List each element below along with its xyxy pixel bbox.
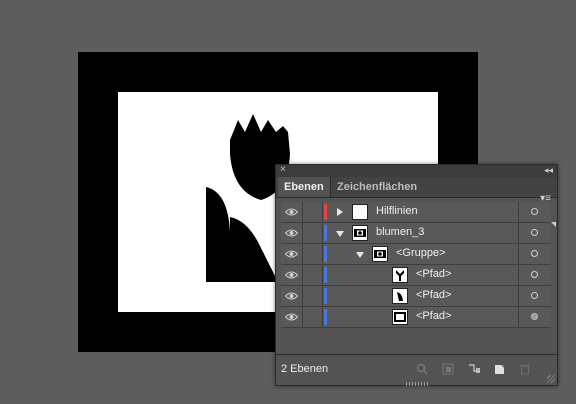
layer-name[interactable]: <Gruppe> (396, 247, 446, 259)
layer-row[interactable]: <Pfad> (281, 307, 551, 328)
layer-thumbnail (352, 225, 368, 241)
layer-name[interactable]: <Pfad> (416, 268, 451, 280)
lock-toggle[interactable] (303, 286, 323, 306)
close-icon[interactable]: × (280, 164, 286, 176)
layer-color-bar (324, 309, 327, 325)
layer-count: 2 Ebenen (281, 363, 329, 375)
visibility-eye-icon[interactable] (281, 244, 303, 264)
collapse-arrow-icon[interactable] (356, 252, 364, 258)
target-circle[interactable] (518, 265, 551, 285)
layer-thumbnail (392, 288, 408, 304)
target-circle[interactable] (518, 244, 551, 264)
panel-footer: 2 Ebenen (276, 354, 557, 386)
new-sublayer-icon[interactable] (468, 363, 480, 375)
collapse-icon[interactable]: ◂◂ (544, 164, 553, 176)
target-circle[interactable] (518, 222, 556, 243)
panel-tabs: Ebenen Zeichenflächen ▾≡ (276, 177, 557, 204)
target-circle[interactable] (518, 286, 551, 306)
layer-color-bar (324, 246, 327, 262)
tab-zeichenflaechen[interactable]: Zeichenflächen (331, 177, 423, 197)
panel-titlebar[interactable]: × ◂◂ (276, 164, 557, 177)
selection-indicator (551, 222, 556, 227)
lock-toggle[interactable] (303, 202, 323, 222)
visibility-eye-icon[interactable] (281, 286, 303, 306)
layers-panel[interactable]: × ◂◂ Ebenen Zeichenflächen ▾≡ Hilflinien… (275, 164, 558, 386)
layer-thumbnail (392, 267, 408, 283)
lock-toggle[interactable] (303, 265, 323, 285)
layer-thumbnail (392, 309, 408, 325)
collapse-arrow-icon[interactable] (336, 231, 344, 237)
lock-toggle[interactable] (303, 307, 323, 327)
target-circle-icon[interactable] (531, 292, 538, 299)
layer-color-bar (324, 288, 327, 304)
layer-color-bar (324, 267, 327, 283)
layer-color-bar (324, 225, 327, 241)
layer-row[interactable]: Hilflinien (281, 202, 551, 223)
target-circle-icon[interactable] (531, 229, 538, 236)
layer-name[interactable]: <Pfad> (416, 310, 451, 322)
target-circle-icon[interactable] (531, 250, 538, 257)
layer-thumbnail (372, 246, 388, 262)
lock-toggle[interactable] (303, 244, 323, 264)
delete-layer-icon[interactable] (519, 363, 531, 375)
panel-resize-corner[interactable] (547, 375, 555, 383)
layer-thumbnail (352, 204, 368, 220)
visibility-eye-icon[interactable] (281, 223, 303, 243)
locate-object-icon[interactable] (416, 363, 428, 375)
layer-row[interactable]: <Pfad> (281, 286, 551, 307)
visibility-eye-icon[interactable] (281, 307, 303, 327)
layer-color-bar (324, 204, 327, 220)
target-circle-icon[interactable] (531, 271, 538, 278)
layer-row[interactable]: <Gruppe> (281, 244, 551, 265)
make-clipping-mask-icon[interactable] (442, 363, 454, 375)
layers-list: Hilflinien blumen_3 <Gruppe> <Pfad> <Pfad> <P… (281, 202, 556, 328)
expand-arrow-icon[interactable] (337, 208, 343, 216)
layer-row[interactable]: <Pfad> (281, 265, 551, 286)
panel-resize-grip[interactable] (406, 382, 430, 386)
target-circle-icon[interactable] (531, 208, 538, 215)
lock-toggle[interactable] (303, 223, 323, 243)
target-circle[interactable] (518, 307, 551, 327)
target-circle-icon[interactable] (531, 313, 538, 320)
layer-name[interactable]: <Pfad> (416, 289, 451, 301)
visibility-eye-icon[interactable] (281, 202, 303, 222)
target-circle[interactable] (518, 202, 551, 222)
new-layer-icon[interactable] (494, 363, 506, 375)
visibility-eye-icon[interactable] (281, 265, 303, 285)
layer-name[interactable]: Hilflinien (376, 205, 418, 217)
tab-ebenen[interactable]: Ebenen (278, 177, 331, 197)
layer-row[interactable]: blumen_3 (281, 222, 556, 244)
layer-name[interactable]: blumen_3 (376, 226, 424, 238)
